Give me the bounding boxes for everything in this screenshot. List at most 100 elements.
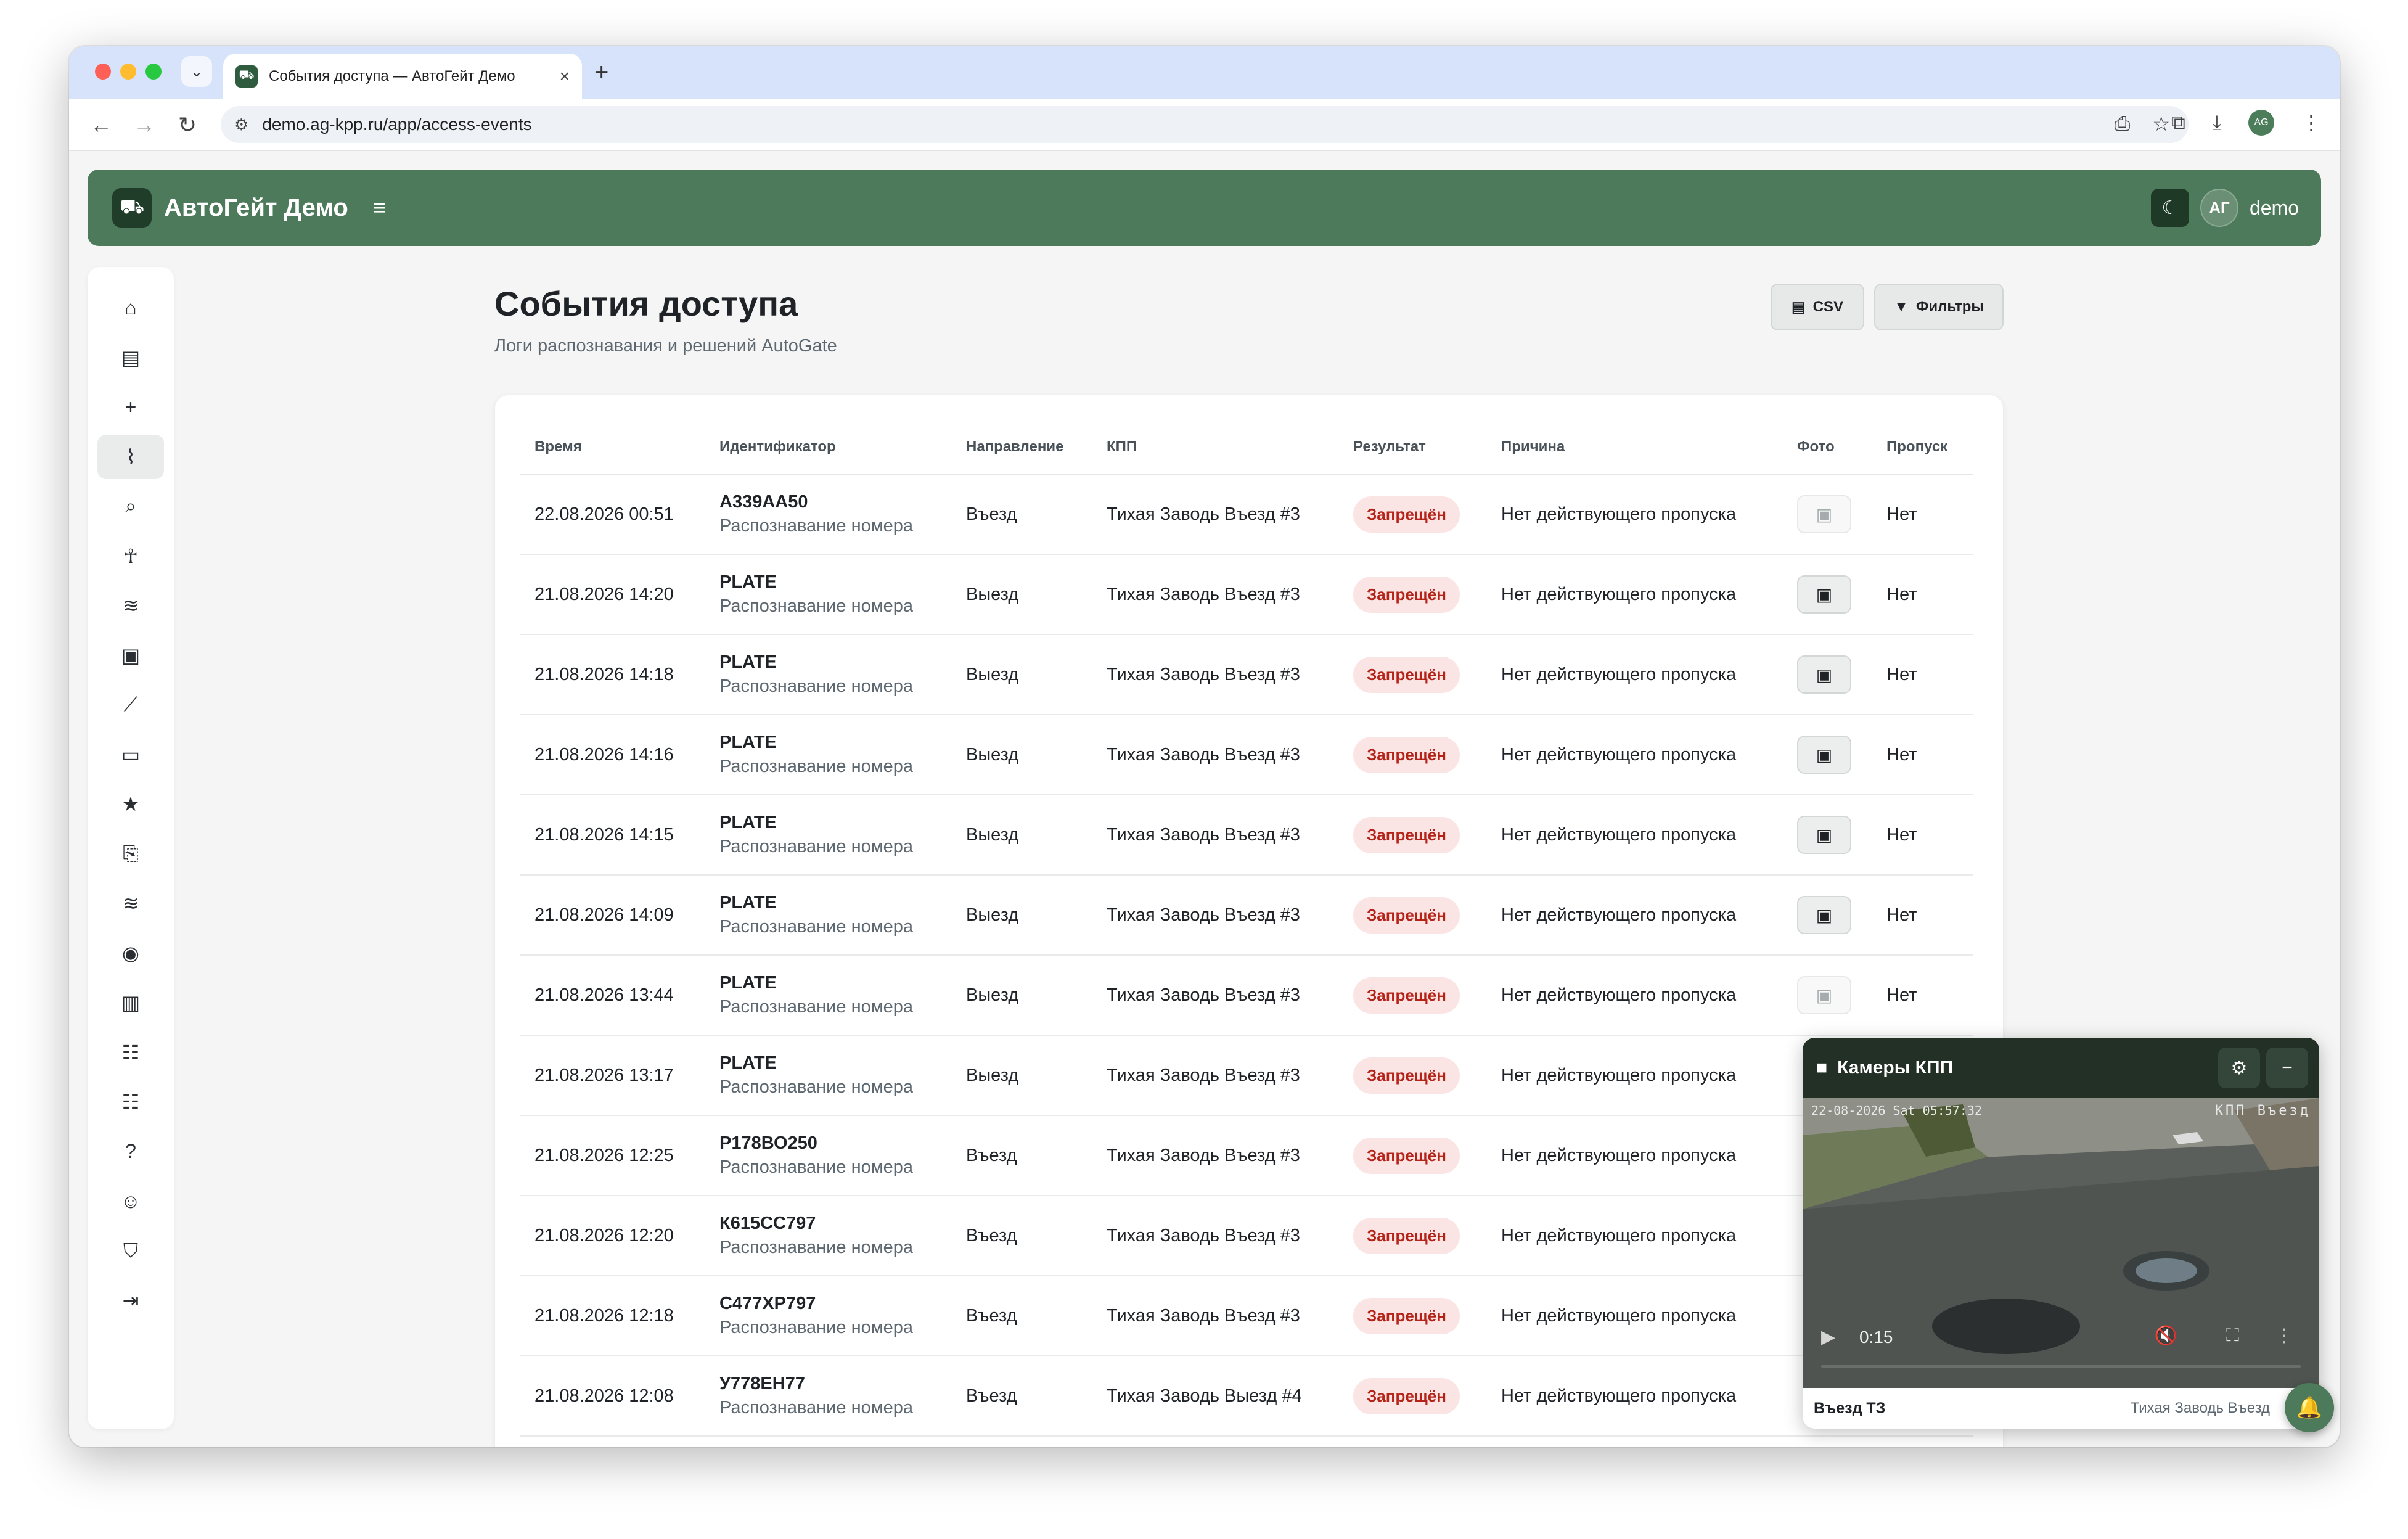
- event-result: Запрещён: [1338, 875, 1486, 956]
- mute-icon[interactable]: 🔇: [2155, 1325, 2177, 1347]
- filters-button[interactable]: ▼ Фильтры: [1874, 284, 2004, 330]
- plate-number: PLATE: [719, 973, 777, 993]
- user-name[interactable]: demo: [2250, 197, 2299, 220]
- event-identifier: К615СС797 Распознавание номера: [705, 1196, 951, 1276]
- sidebar-item-monitor[interactable]: ▭: [97, 733, 164, 777]
- column-header[interactable]: КПП: [1092, 420, 1338, 475]
- notifications-button[interactable]: 🔔: [2285, 1383, 2334, 1432]
- menu-toggle-icon[interactable]: ≡: [373, 195, 386, 221]
- sidebar-item-barrier-2[interactable]: ≋: [97, 881, 164, 925]
- image-icon: ▣: [1816, 905, 1833, 925]
- photo-button[interactable]: ▣: [1797, 736, 1851, 774]
- column-header[interactable]: Фото: [1782, 420, 1872, 475]
- status-badge: Запрещён: [1353, 496, 1460, 533]
- sidebar-item-pedestrian[interactable]: ☥: [97, 534, 164, 578]
- photo-button[interactable]: ▣: [1797, 896, 1851, 934]
- sidebar-item-file-export[interactable]: ⎘: [97, 832, 164, 876]
- reload-icon[interactable]: ↻: [175, 112, 200, 138]
- bookmark-star-icon[interactable]: ☆: [2152, 112, 2170, 136]
- table-row[interactable]: 21.08.2026 12:08 У778ЕН77 Распознавание но…: [520, 1356, 1973, 1437]
- table-row[interactable]: 21.08.2026 14:15 PLATE Распознавание номер…: [520, 795, 1973, 876]
- column-header[interactable]: Результат: [1338, 420, 1486, 475]
- sidebar-item-barrier[interactable]: ≋: [97, 583, 164, 628]
- sidebar-item-camera[interactable]: ◉: [97, 931, 164, 975]
- event-time: 21.08.2026 14:09: [520, 875, 705, 956]
- tab-search-button[interactable]: ⌄: [181, 56, 212, 87]
- camera-icon: ◉: [122, 942, 139, 964]
- address-bar[interactable]: ⚙ demo.ag-kpp.ru/app/access-events ⎙ ☆: [221, 106, 2189, 143]
- downloads-icon[interactable]: ⤓: [2213, 111, 2221, 134]
- sidebar-item-activity[interactable]: ⌇: [97, 434, 164, 479]
- event-identifier: PLATE Распознавание номера: [705, 1035, 951, 1116]
- photo-button[interactable]: ▣: [1797, 655, 1851, 694]
- event-direction: Выезд: [951, 955, 1092, 1036]
- camera-video[interactable]: 22-08-2026 Sat 05:57:32 КПП Въезд ▶ 0:15…: [1803, 1098, 2319, 1388]
- photo-button[interactable]: ▣: [1797, 816, 1851, 854]
- tab-close-icon[interactable]: ×: [560, 67, 570, 86]
- event-identifier: PLATE Распознавание номера: [705, 955, 951, 1036]
- site-settings-icon[interactable]: ⚙: [234, 115, 248, 134]
- video-progress-bar[interactable]: [1821, 1365, 2301, 1368]
- install-app-icon[interactable]: ⎙: [2115, 112, 2131, 136]
- browser-menu-icon[interactable]: ⋮: [2301, 111, 2321, 134]
- extensions-icon[interactable]: ⧉: [2171, 111, 2185, 134]
- recognition-method: Распознавание номера: [719, 1157, 914, 1177]
- table-row[interactable]: 21.08.2026 13:17 PLATE Распознавание номер…: [520, 1035, 1973, 1116]
- camera-name[interactable]: Въезд ТЗ: [1814, 1400, 1885, 1418]
- sidebar-item-logout[interactable]: ⇥: [97, 1278, 164, 1323]
- table-row[interactable]: 21.08.2026 14:18 PLATE Распознавание номер…: [520, 634, 1973, 715]
- photo-button[interactable]: ▣: [1797, 575, 1851, 614]
- maximize-window-button[interactable]: [145, 64, 162, 80]
- table-row[interactable]: 21.08.2026 14:20 PLATE Распознавание номер…: [520, 554, 1973, 635]
- recognition-method: Распознавание номера: [719, 1398, 914, 1418]
- table-row[interactable]: 21.08.2026 12:20 К615СС797 Распознавание н…: [520, 1196, 1973, 1276]
- forward-icon[interactable]: →: [132, 112, 157, 138]
- table-row[interactable]: 21.08.2026 12:25 Р178ВО250 Распознавание н…: [520, 1115, 1973, 1196]
- camera-minimize-button[interactable]: −: [2266, 1048, 2308, 1088]
- table-row[interactable]: 22.08.2026 00:51 А339АА50 Распознавание но…: [520, 474, 1973, 555]
- back-icon[interactable]: ←: [89, 112, 113, 138]
- sidebar-item-building[interactable]: ▥: [97, 980, 164, 1025]
- column-header[interactable]: Причина: [1486, 420, 1782, 475]
- column-header[interactable]: Направление: [951, 420, 1092, 475]
- bell-icon: 🔔: [2296, 1396, 2323, 1419]
- profile-avatar[interactable]: AG: [2248, 110, 2274, 136]
- table-row[interactable]: 21.08.2026 14:09 PLATE Распознавание номер…: [520, 875, 1973, 956]
- sidebar-item-user-settings[interactable]: ☺: [97, 1179, 164, 1223]
- export-csv-button[interactable]: ▤ CSV: [1771, 284, 1864, 330]
- new-tab-button[interactable]: +: [594, 59, 608, 86]
- sidebar-item-vehicle[interactable]: ▣: [97, 633, 164, 678]
- brand-name[interactable]: АвтоГейт Демо: [164, 194, 348, 222]
- sidebar-item-chart[interactable]: ⟋: [97, 683, 164, 727]
- brand-logo-icon[interactable]: ⛟: [112, 188, 152, 228]
- sidebar-item-search[interactable]: ⌕: [97, 484, 164, 528]
- sidebar-item-shield[interactable]: ⛉: [97, 1229, 164, 1273]
- vehicle-icon: ▣: [121, 644, 141, 667]
- sidebar-item-home[interactable]: ⌂: [97, 285, 164, 330]
- fullscreen-icon[interactable]: ⛶: [2226, 1325, 2239, 1346]
- table-header-row: Время Идентификатор Направление КПП Результа…: [520, 420, 1973, 475]
- browser-tab[interactable]: ⛟ События доступа — АвтоГейт Демо ×: [223, 54, 582, 99]
- minimize-window-button[interactable]: [120, 64, 136, 80]
- theme-toggle-button[interactable]: ☾: [2150, 189, 2189, 227]
- sidebar-item-id-card[interactable]: ▤: [97, 335, 164, 380]
- sidebar-item-table-2[interactable]: ☷: [97, 1080, 164, 1124]
- table-row[interactable]: 21.08.2026 14:16 PLATE Распознавание номер…: [520, 715, 1973, 795]
- camera-settings-button[interactable]: ⚙: [2218, 1048, 2260, 1088]
- table-row[interactable]: 21.08.2026 12:18 С477ХР797 Распознавание н…: [520, 1276, 1973, 1356]
- close-window-button[interactable]: [95, 64, 111, 80]
- table-row[interactable]: 21.08.2026 13:44 PLATE Распознавание номер…: [520, 955, 1973, 1036]
- browser-toolbar: ← → ↻ ⚙ demo.ag-kpp.ru/app/access-events…: [69, 99, 2340, 151]
- column-header[interactable]: Идентификатор: [705, 420, 951, 475]
- sidebar-item-plus[interactable]: +: [97, 385, 164, 429]
- more-vertical-icon[interactable]: ⋮: [2275, 1325, 2293, 1347]
- column-header[interactable]: Пропуск: [1872, 420, 1973, 475]
- event-identifier: PLATE Распознавание номера: [705, 634, 951, 715]
- user-avatar[interactable]: АГ: [2200, 189, 2238, 227]
- play-icon[interactable]: ▶: [1821, 1326, 1835, 1348]
- sidebar-item-star[interactable]: ★: [97, 782, 164, 826]
- sidebar-item-help[interactable]: ?: [97, 1130, 164, 1174]
- plate-number: PLATE: [719, 1053, 777, 1073]
- column-header[interactable]: Время: [520, 420, 705, 475]
- sidebar-item-table[interactable]: ☷: [97, 1030, 164, 1075]
